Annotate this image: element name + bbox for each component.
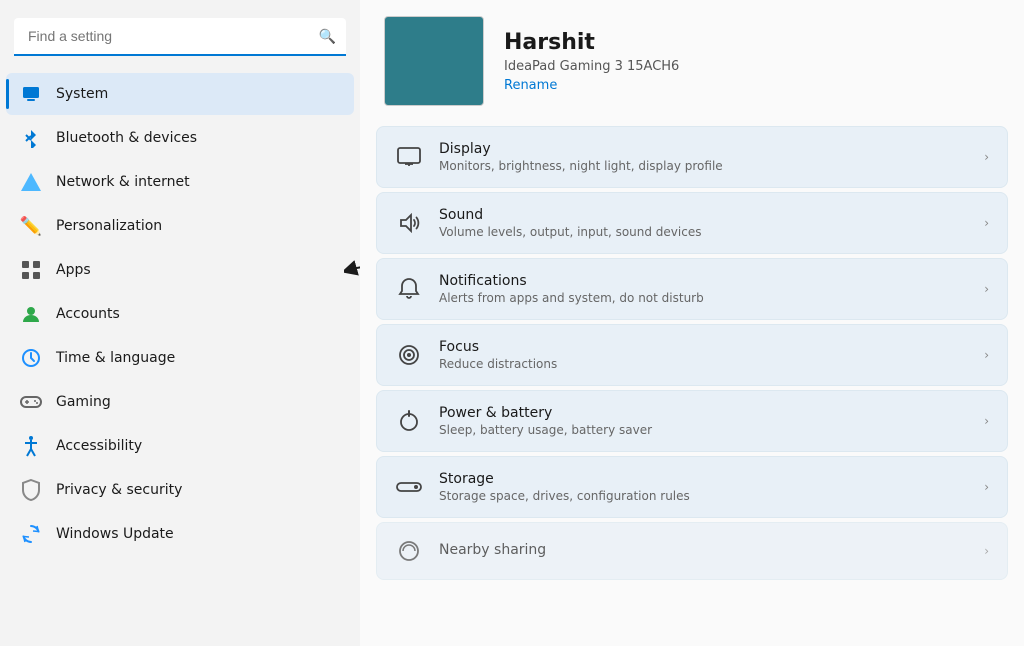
sidebar-item-personalization-label: Personalization [56, 218, 162, 234]
sound-title: Sound [439, 207, 968, 223]
power-desc: Sleep, battery usage, battery saver [439, 423, 968, 437]
settings-list: Display Monitors, brightness, night ligh… [360, 126, 1024, 584]
main-content: Harshit IdeaPad Gaming 3 15ACH6 Rename D… [360, 0, 1024, 646]
personalization-icon: ✏️ [20, 215, 42, 237]
sidebar-item-personalization[interactable]: ✏️ Personalization [6, 205, 354, 247]
power-text: Power & battery Sleep, battery usage, ba… [439, 405, 968, 437]
sidebar: 🔍 System Bluetooth & devices Network & i [0, 0, 360, 646]
focus-desc: Reduce distractions [439, 357, 968, 371]
search-icon: 🔍 [319, 29, 336, 45]
nearby-chevron: › [984, 544, 989, 558]
profile-device: IdeaPad Gaming 3 15ACH6 [504, 59, 679, 74]
sound-icon [395, 209, 423, 237]
sidebar-item-accounts-label: Accounts [56, 306, 120, 322]
privacy-icon [20, 479, 42, 501]
sidebar-item-accessibility[interactable]: Accessibility [6, 425, 354, 467]
notifications-icon [395, 275, 423, 303]
sidebar-item-privacy[interactable]: Privacy & security [6, 469, 354, 511]
profile-name: Harshit [504, 30, 679, 55]
setting-item-nearby[interactable]: Nearby sharing › [376, 522, 1008, 580]
sidebar-item-update-label: Windows Update [56, 526, 174, 542]
power-icon [395, 407, 423, 435]
search-input[interactable] [14, 18, 346, 56]
sidebar-item-time-label: Time & language [56, 350, 175, 366]
gaming-icon [20, 391, 42, 413]
notifications-chevron: › [984, 282, 989, 296]
display-chevron: › [984, 150, 989, 164]
power-title: Power & battery [439, 405, 968, 421]
storage-title: Storage [439, 471, 968, 487]
sound-desc: Volume levels, output, input, sound devi… [439, 225, 968, 239]
setting-item-notifications[interactable]: Notifications Alerts from apps and syste… [376, 258, 1008, 320]
sidebar-item-system-label: System [56, 86, 108, 102]
sidebar-item-gaming-label: Gaming [56, 394, 111, 410]
rename-link[interactable]: Rename [504, 78, 679, 93]
sidebar-item-network-label: Network & internet [56, 174, 190, 190]
display-title: Display [439, 141, 968, 157]
sidebar-item-privacy-label: Privacy & security [56, 482, 182, 498]
notifications-title: Notifications [439, 273, 968, 289]
sidebar-item-bluetooth[interactable]: Bluetooth & devices [6, 117, 354, 159]
arrow-annotation [344, 250, 360, 290]
sidebar-item-apps[interactable]: Apps [6, 249, 354, 291]
notifications-text: Notifications Alerts from apps and syste… [439, 273, 968, 305]
focus-icon [395, 341, 423, 369]
notifications-desc: Alerts from apps and system, do not dist… [439, 291, 968, 305]
system-icon [20, 83, 42, 105]
sidebar-item-system[interactable]: System [6, 73, 354, 115]
storage-text: Storage Storage space, drives, configura… [439, 471, 968, 503]
time-icon [20, 347, 42, 369]
nearby-text: Nearby sharing [439, 542, 968, 560]
apps-icon [20, 259, 42, 281]
accessibility-icon [20, 435, 42, 457]
setting-item-display[interactable]: Display Monitors, brightness, night ligh… [376, 126, 1008, 188]
focus-chevron: › [984, 348, 989, 362]
focus-title: Focus [439, 339, 968, 355]
display-text: Display Monitors, brightness, night ligh… [439, 141, 968, 173]
sidebar-item-accessibility-label: Accessibility [56, 438, 142, 454]
storage-chevron: › [984, 480, 989, 494]
setting-item-power[interactable]: Power & battery Sleep, battery usage, ba… [376, 390, 1008, 452]
display-icon [395, 143, 423, 171]
display-desc: Monitors, brightness, night light, displ… [439, 159, 968, 173]
sidebar-item-bluetooth-label: Bluetooth & devices [56, 130, 197, 146]
storage-icon [395, 473, 423, 501]
focus-text: Focus Reduce distractions [439, 339, 968, 371]
setting-item-sound[interactable]: Sound Volume levels, output, input, soun… [376, 192, 1008, 254]
sidebar-item-update[interactable]: Windows Update [6, 513, 354, 555]
sidebar-item-apps-label: Apps [56, 262, 91, 278]
sidebar-item-accounts[interactable]: Accounts [6, 293, 354, 335]
sound-text: Sound Volume levels, output, input, soun… [439, 207, 968, 239]
bluetooth-icon [20, 127, 42, 149]
profile-header: Harshit IdeaPad Gaming 3 15ACH6 Rename [360, 0, 1024, 126]
sidebar-item-network[interactable]: Network & internet [6, 161, 354, 203]
sidebar-item-gaming[interactable]: Gaming [6, 381, 354, 423]
setting-item-storage[interactable]: Storage Storage space, drives, configura… [376, 456, 1008, 518]
nearby-icon [395, 537, 423, 565]
network-icon [20, 171, 42, 193]
sound-chevron: › [984, 216, 989, 230]
profile-info: Harshit IdeaPad Gaming 3 15ACH6 Rename [504, 30, 679, 93]
accounts-icon [20, 303, 42, 325]
search-box: 🔍 [14, 18, 346, 56]
setting-item-focus[interactable]: Focus Reduce distractions › [376, 324, 1008, 386]
update-icon [20, 523, 42, 545]
sidebar-item-time[interactable]: Time & language [6, 337, 354, 379]
power-chevron: › [984, 414, 989, 428]
avatar [384, 16, 484, 106]
storage-desc: Storage space, drives, configuration rul… [439, 489, 968, 503]
nearby-title: Nearby sharing [439, 542, 968, 558]
